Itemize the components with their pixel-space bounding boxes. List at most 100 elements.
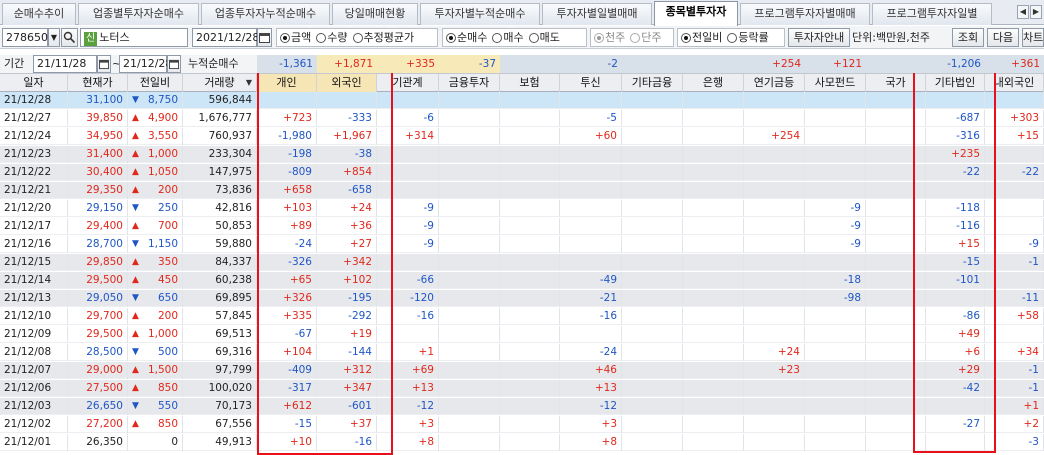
cell-일자: 21/12/09 xyxy=(0,326,68,343)
table-row[interactable]: 21/12/06 27,500 ▲ 850 100,020 -317 +347 +13 +13-… xyxy=(0,380,1044,397)
table-row[interactable]: 21/12/22 30,400 ▲ 1,050 147,975 -809 +854 -22 -2… xyxy=(0,164,1044,181)
table-row[interactable]: 21/12/15 29,850 ▲ 350 84,337 -326 +342 -15 -1 xyxy=(0,254,1044,271)
volume-sort-dropdown-icon[interactable]: ▼ xyxy=(243,74,255,92)
stock-code-input[interactable]: 278650 xyxy=(2,28,48,47)
radio-radio_unit-1[interactable]: 단주 xyxy=(630,29,662,46)
change-value: 1,050 xyxy=(147,166,178,178)
cell-전일비: ▲ 1,000 xyxy=(128,146,183,163)
table-row[interactable]: 21/12/10 29,700 ▲ 200 57,845 +335 -292 -16 -16 -8… xyxy=(0,308,1044,325)
cell-보험 xyxy=(500,182,560,199)
tab-0[interactable]: 순매수추이 xyxy=(2,3,76,25)
period-to-calendar-icon[interactable] xyxy=(167,55,181,73)
table-row[interactable]: 21/12/08 28,500 ▼ 500 69,316 +104 -144 +1 -24 +24… xyxy=(0,344,1044,361)
cell-거래량: 233,304 xyxy=(183,146,257,163)
chart-button[interactable]: 차트 xyxy=(1022,28,1044,47)
table-row[interactable]: 21/12/20 29,150 ▼ 250 42,816 +103 +24 -9 -9 -118 xyxy=(0,200,1044,217)
cell-기관계 xyxy=(377,182,439,199)
table-row[interactable]: 21/12/09 29,500 ▲ 1,000 69,513 -67 +19 +49 xyxy=(0,326,1044,343)
column-header-0[interactable]: 일자 xyxy=(0,74,68,92)
radio-radio_compare-1[interactable]: 등락률 xyxy=(727,29,769,46)
table-row[interactable]: 21/12/01 26,350 0 49,913 +10 -16 +8 +8 -3 xyxy=(0,434,1044,451)
table-row[interactable]: 21/12/16 28,700 ▼ 1,150 59,880 -24 +27 -9 -9 +15-… xyxy=(0,236,1044,253)
date-input[interactable]: 2021/12/28 xyxy=(192,28,259,47)
tab-8[interactable]: 프로그램투자자일별 xyxy=(872,3,992,25)
cell-보험 xyxy=(500,164,560,181)
radio-label: 순매수 xyxy=(457,31,488,44)
tab-5[interactable]: 투자자별일별매매 xyxy=(542,3,652,25)
cell-투신 xyxy=(560,92,622,109)
cell-외국인: -38 xyxy=(317,146,377,163)
column-header-11[interactable]: 은행 xyxy=(683,74,744,92)
cell-개인: +103 xyxy=(257,200,317,217)
tab-scroll-right-icon[interactable]: ▶ xyxy=(1030,5,1042,19)
period-from-input[interactable]: 21/11/28 xyxy=(33,55,97,73)
table-row[interactable]: 21/12/17 29,400 ▲ 700 50,853 +89 +36 -9 -9 -116 xyxy=(0,218,1044,235)
column-header-1[interactable]: 현재가 xyxy=(68,74,128,92)
radio-radio_compare-0[interactable]: 전일비 xyxy=(681,29,722,46)
radio-radio_trade-0[interactable]: 순매수 xyxy=(446,29,487,46)
table-row[interactable]: 21/12/07 29,000 ▲ 1,500 97,799 -409 +312 +69 +46… xyxy=(0,362,1044,379)
table-row[interactable]: 21/12/21 29,350 ▲ 200 73,836 +658 -658 xyxy=(0,182,1044,199)
search-icon[interactable] xyxy=(61,28,78,47)
table-row[interactable]: 21/12/24 34,950 ▲ 3,550 760,937 -1,980 +1,967 +… xyxy=(0,128,1044,145)
cell-사모펀드 xyxy=(805,92,866,109)
column-header-12[interactable]: 연기금등 xyxy=(744,74,805,92)
table-row[interactable]: 21/12/27 39,850 ▲ 4,900 1,676,777 +723 -333 -6 -… xyxy=(0,110,1044,127)
column-header-15[interactable]: 기타법인 xyxy=(926,74,985,92)
table-row[interactable]: 21/12/03 26,650 ▼ 550 70,173 +612 -601 -12 -12 +1 xyxy=(0,398,1044,415)
period-to-input[interactable]: 21/12/28 xyxy=(119,55,172,73)
table-row[interactable]: 21/12/14 29,500 ▲ 450 60,238 +65 +102 -66 -49 -18… xyxy=(0,272,1044,289)
column-header-13[interactable]: 사모펀드 xyxy=(805,74,866,92)
radio-radio_unit-0[interactable]: 천주 xyxy=(594,29,625,46)
period-from-calendar-icon[interactable] xyxy=(97,55,111,73)
cell-사모펀드 xyxy=(805,398,866,415)
tab-1[interactable]: 업종별투자자순매수 xyxy=(78,3,199,25)
stock-name-field[interactable]: 신 노터스 xyxy=(80,28,188,47)
investor-info-button[interactable]: 투자자안내 xyxy=(788,28,850,47)
column-header-2[interactable]: 전일비 xyxy=(128,74,183,92)
column-header-10[interactable]: 기타금융 xyxy=(622,74,683,92)
cell-전일비: ▲ 200 xyxy=(128,182,183,199)
tab-4[interactable]: 투자자별누적순매수 xyxy=(420,3,540,25)
radio-radio_amount-0[interactable]: 금액 xyxy=(280,29,311,46)
cell-연기금등 xyxy=(744,434,805,451)
radio-radio_amount-1[interactable]: 수량 xyxy=(316,29,348,46)
column-header-9[interactable]: 투신 xyxy=(560,74,622,92)
tab-3[interactable]: 당일매매현황 xyxy=(332,3,418,25)
cell-국가 xyxy=(866,128,926,145)
calendar-icon[interactable] xyxy=(257,28,272,47)
cell-내외국인: +34 xyxy=(985,344,1044,361)
table-row[interactable]: 21/12/02 27,200 ▲ 850 67,556 -15 +37 +3 +3 -27 +2 xyxy=(0,416,1044,433)
radio-radio_amount-2[interactable]: 추정평균가 xyxy=(352,29,414,46)
tab-7[interactable]: 프로그램투자자별매매 xyxy=(740,3,870,25)
tab-6[interactable]: 종목별투자자 xyxy=(654,1,738,26)
tab-2[interactable]: 업종투자자누적순매수 xyxy=(201,3,330,25)
cell-기관계: +13 xyxy=(377,380,439,397)
next-button[interactable]: 다음 xyxy=(987,28,1019,47)
cell-외국인: +342 xyxy=(317,254,377,271)
table-row[interactable]: 21/12/23 31,400 ▲ 1,000 233,304 -198 -38 +235 xyxy=(0,146,1044,163)
column-header-4[interactable]: 개인 xyxy=(257,74,317,92)
code-dropdown-icon[interactable]: ▼ xyxy=(48,28,60,47)
down-triangle-icon: ▼ xyxy=(132,239,139,249)
column-header-8[interactable]: 보험 xyxy=(500,74,560,92)
cell-기타법인: -42 xyxy=(926,380,985,397)
column-header-7[interactable]: 금융투자 xyxy=(439,74,500,92)
radio-dot-icon xyxy=(528,32,539,43)
radio-radio_trade-1[interactable]: 매수 xyxy=(492,29,524,46)
table-row[interactable]: 21/12/13 29,050 ▼ 650 69,895 +326 -195 -120 -21 -… xyxy=(0,290,1044,307)
cell-외국인: +19 xyxy=(317,326,377,343)
column-header-16[interactable]: 내외국인 xyxy=(985,74,1044,92)
query-button[interactable]: 조회 xyxy=(952,28,984,47)
column-header-14[interactable]: 국가 xyxy=(866,74,926,92)
column-header-5[interactable]: 외국인 xyxy=(317,74,377,92)
table-row[interactable]: 21/12/28 31,100 ▼ 8,750 596,844 xyxy=(0,92,1044,109)
cell-현재가: 27,200 xyxy=(68,416,128,433)
column-header-6[interactable]: 기관계 xyxy=(377,74,439,92)
tab-scroll-left-icon[interactable]: ◀ xyxy=(1017,5,1029,19)
cumulative-cell: -2 xyxy=(560,55,622,73)
cell-국가 xyxy=(866,236,926,253)
cell-보험 xyxy=(500,200,560,217)
radio-radio_trade-2[interactable]: 매도 xyxy=(528,29,560,46)
change-value: 4,900 xyxy=(147,112,178,124)
